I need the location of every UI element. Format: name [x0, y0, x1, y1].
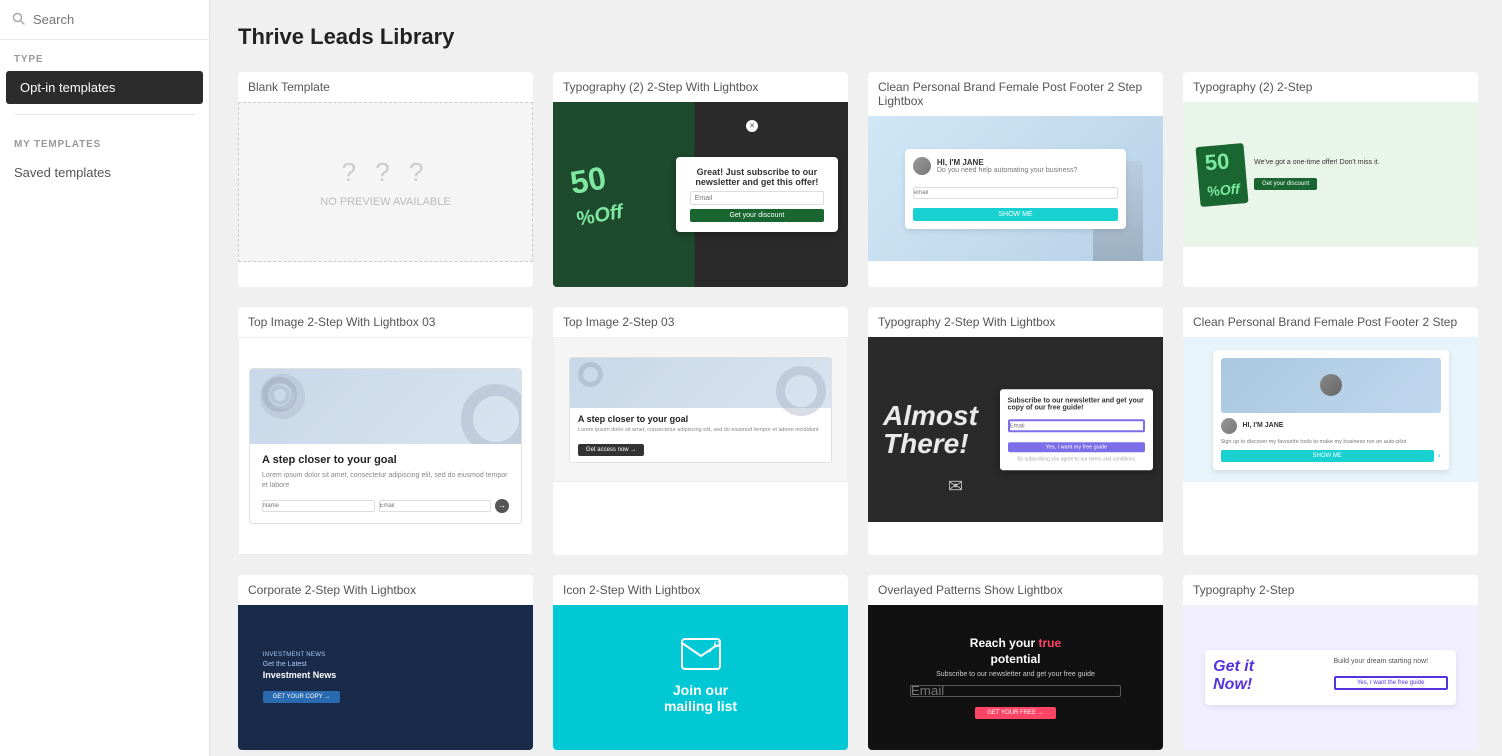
template-blank[interactable]: Blank Template ? ? ? NO PREVIEW AVAILABL… — [238, 72, 533, 287]
templates-grid: Blank Template ? ? ? NO PREVIEW AVAILABL… — [238, 72, 1478, 756]
question-marks: ? ? ? — [342, 157, 430, 188]
search-input[interactable] — [33, 12, 209, 27]
template-typography2-lightbox-thumb: 50%Off Great! Just subscribe to our news… — [553, 102, 848, 287]
lightbox-popup: Great! Just subscribe to our newsletter … — [676, 157, 838, 232]
template-clean-personal-brand-2step-thumb: HI, I'M JANE Sign up to discover my favo… — [1183, 337, 1478, 482]
template-typography-lightbox-thumb: AlmostThere! ✉ Subscribe to our newslett… — [868, 337, 1163, 522]
page-title: Thrive Leads Library — [238, 24, 1478, 50]
template-typography2-step-label: Typography (2) 2-Step — [1183, 72, 1478, 102]
template-clean-personal-brand-lightbox-label: Clean Personal Brand Female Post Footer … — [868, 72, 1163, 116]
search-bar[interactable]: × — [0, 0, 209, 40]
template-typography-2step-b[interactable]: Typography 2-Step Get itNow! Build your … — [1183, 575, 1478, 750]
template-top-image-lightbox-03[interactable]: Top Image 2-Step With Lightbox 03 A step… — [238, 307, 533, 555]
almost-there-popup: Subscribe to our newsletter and get your… — [1000, 389, 1153, 471]
sidebar-item-optin[interactable]: Opt-in templates — [6, 71, 203, 104]
template-top-image-03-thumb: A step closer to your goal Lorem ipsum d… — [553, 337, 848, 482]
search-icon — [12, 12, 25, 28]
template-clean-personal-brand-lightbox[interactable]: Clean Personal Brand Female Post Footer … — [868, 72, 1163, 287]
template-typography2-step[interactable]: Typography (2) 2-Step 50%Off We've got a… — [1183, 72, 1478, 287]
template-clean-personal-brand-2step[interactable]: Clean Personal Brand Female Post Footer … — [1183, 307, 1478, 555]
template-typography-lightbox[interactable]: Typography 2-Step With Lightbox AlmostTh… — [868, 307, 1163, 555]
template-icon2step-lightbox-thumb: Join ourmailing list — [553, 605, 848, 750]
template-top-image-03-label: Top Image 2-Step 03 — [553, 307, 848, 337]
sidebar: × TYPE Opt-in templates MY TEMPLATES Sav… — [0, 0, 210, 756]
sidebar-item-saved-templates[interactable]: Saved templates — [0, 156, 209, 189]
template-typography2-step-thumb: 50%Off We've got a one-time offer! Don't… — [1183, 102, 1478, 247]
template-corporate-lightbox[interactable]: Corporate 2-Step With Lightbox INVESTMEN… — [238, 575, 533, 750]
popup-close: ✕ — [746, 120, 758, 132]
template-blank-label: Blank Template — [238, 72, 533, 102]
sidebar-divider — [14, 114, 195, 115]
template-typography-lightbox-label: Typography 2-Step With Lightbox — [868, 307, 1163, 337]
template-icon2step-lightbox-label: Icon 2-Step With Lightbox — [553, 575, 848, 605]
template-corporate-lightbox-label: Corporate 2-Step With Lightbox — [238, 575, 533, 605]
template-typography-2step-b-label: Typography 2-Step — [1183, 575, 1478, 605]
template-overlay-patterns-thumb: Reach your truepotential Subscribe to ou… — [868, 605, 1163, 750]
template-clean-personal-brand-lightbox-thumb: HI, I'M JANE Do you need help automating… — [868, 116, 1163, 261]
template-top-image-03[interactable]: Top Image 2-Step 03 A step closer to you… — [553, 307, 848, 555]
template-top-image-lightbox-03-thumb: A step closer to your goal Lorem ipsum d… — [238, 337, 533, 555]
template-corporate-lightbox-thumb: INVESTMENT NEWS Get the Latest Investmen… — [238, 605, 533, 750]
template-overlay-patterns-label: Overlayed Patterns Show Lightbox — [868, 575, 1163, 605]
template-typography-2step-b-thumb: Get itNow! Build your dream starting now… — [1183, 605, 1478, 750]
template-blank-thumb: ? ? ? NO PREVIEW AVAILABLE — [238, 102, 533, 262]
template-typography2-lightbox-label: Typography (2) 2-Step With Lightbox — [553, 72, 848, 102]
no-preview-text: NO PREVIEW AVAILABLE — [320, 196, 450, 208]
type-section-label: TYPE — [0, 40, 209, 71]
email-icon — [664, 638, 737, 677]
my-templates-label: MY TEMPLATES — [0, 125, 209, 156]
template-overlay-patterns[interactable]: Overlayed Patterns Show Lightbox Reach y… — [868, 575, 1163, 750]
main-content: Thrive Leads Library Blank Template ? ? … — [210, 0, 1502, 756]
female-card: HI, I'M JANE Do you need help automating… — [905, 149, 1126, 229]
template-typography2-lightbox[interactable]: Typography (2) 2-Step With Lightbox 50%O… — [553, 72, 848, 287]
template-clean-personal-brand-2step-label: Clean Personal Brand Female Post Footer … — [1183, 307, 1478, 337]
template-icon2step-lightbox[interactable]: Icon 2-Step With Lightbox Join ourma — [553, 575, 848, 750]
template-top-image-lightbox-03-label: Top Image 2-Step With Lightbox 03 — [238, 307, 533, 337]
